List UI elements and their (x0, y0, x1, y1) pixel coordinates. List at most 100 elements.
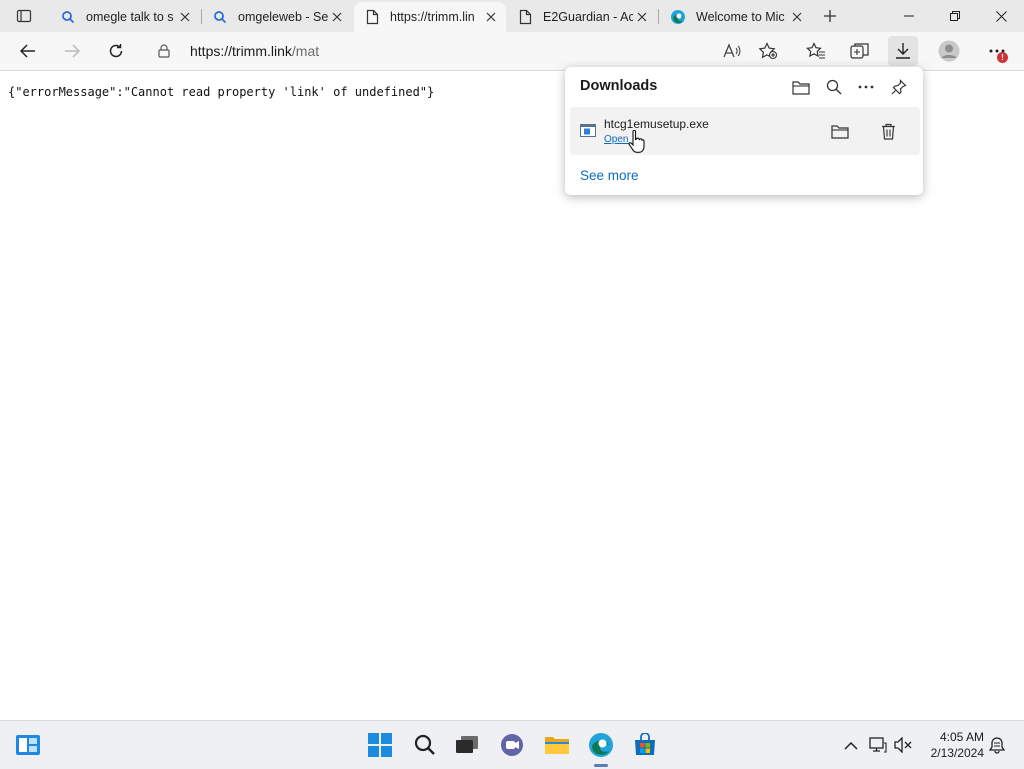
download-item[interactable]: htcg1emusetup.exe Open (570, 107, 920, 155)
clock[interactable]: 4:05 AM 2/13/2024 (922, 729, 984, 761)
navigation-bar: https://trimm.link/mat ! (0, 32, 1024, 71)
pin-downloads-button[interactable] (887, 76, 911, 98)
downloads-button[interactable] (888, 36, 918, 66)
download-filename: htcg1emusetup.exe (604, 117, 709, 131)
volume-button[interactable] (893, 735, 913, 755)
close-icon (995, 10, 1007, 22)
page-icon (517, 9, 533, 25)
back-arrow-icon (20, 44, 35, 58)
task-view-button[interactable] (451, 729, 483, 761)
favorites-button[interactable] (801, 36, 831, 66)
notification-badge: ! (997, 52, 1008, 63)
avatar-icon (938, 40, 960, 62)
widgets-button[interactable] (12, 729, 44, 761)
edge-icon (589, 733, 613, 757)
forward-arrow-icon (65, 44, 80, 58)
downloads-more-options-button[interactable] (854, 76, 878, 98)
restore-button[interactable] (932, 0, 978, 32)
collections-button[interactable] (845, 36, 875, 66)
search-icon (212, 9, 228, 25)
url-text: https://trimm.link/mat (190, 43, 319, 59)
close-icon[interactable] (788, 8, 806, 26)
tab-e2guardian[interactable]: E2Guardian - Ac (507, 2, 657, 32)
tab-title: Welcome to Mic (696, 10, 785, 24)
taskbar: 4:05 AM 2/13/2024 (0, 720, 1024, 769)
tab-title: https://trimm.lin (390, 10, 475, 24)
refresh-button[interactable] (101, 36, 131, 66)
close-window-button[interactable] (978, 0, 1024, 32)
lock-icon[interactable] (156, 43, 172, 59)
favorites-icon (806, 42, 825, 59)
settings-more-button[interactable]: ! (982, 36, 1012, 66)
search-icon (60, 9, 76, 25)
exe-file-icon (580, 124, 596, 137)
download-icon (896, 43, 910, 59)
search-icon (826, 79, 842, 95)
show-hidden-icons-button[interactable] (841, 735, 861, 755)
notifications-button[interactable] (987, 735, 1007, 755)
store-icon (635, 733, 655, 755)
widgets-icon (16, 735, 40, 755)
profile-button[interactable] (934, 36, 964, 66)
minimize-button[interactable] (886, 0, 932, 32)
edge-taskbar-button[interactable] (585, 729, 617, 761)
search-button[interactable] (409, 729, 441, 761)
close-icon[interactable] (328, 8, 346, 26)
json-response-text: {"errorMessage":"Cannot read property 'l… (8, 85, 435, 99)
restore-icon (950, 11, 960, 21)
delete-download-button[interactable] (876, 119, 900, 143)
see-more-link[interactable]: See more (580, 168, 639, 183)
collections-icon (850, 43, 869, 59)
read-aloud-icon (723, 43, 741, 58)
folder-icon (545, 737, 569, 754)
refresh-icon (109, 44, 123, 58)
window-controls (886, 0, 1024, 32)
task-view-icon (456, 736, 478, 753)
chat-icon (501, 734, 523, 756)
tab-welcome-microsoft[interactable]: Welcome to Mic (660, 2, 812, 32)
network-status-button[interactable] (868, 735, 888, 755)
edge-icon (670, 9, 686, 25)
open-downloads-folder-button[interactable] (789, 76, 813, 98)
start-button[interactable] (364, 729, 396, 761)
open-file-link[interactable]: Open (604, 134, 628, 145)
network-icon (869, 737, 887, 753)
address-bar[interactable]: https://trimm.link/mat (148, 36, 788, 66)
search-icon (414, 734, 435, 755)
new-tab-button[interactable] (818, 4, 842, 28)
close-icon[interactable] (482, 8, 500, 26)
star-add-icon (758, 42, 778, 60)
url-path: /mat (291, 43, 320, 59)
chevron-up-icon (844, 741, 858, 750)
microsoft-store-button[interactable] (629, 729, 661, 761)
teams-chat-button[interactable] (496, 729, 528, 761)
tab-trimm-link[interactable]: https://trimm.lin (354, 2, 506, 32)
forward-button[interactable] (57, 36, 87, 66)
show-in-folder-button[interactable] (828, 119, 852, 143)
clock-time: 4:05 AM (939, 730, 984, 744)
add-favorite-button[interactable] (753, 36, 783, 66)
tab-omegle-talk[interactable]: omegle talk to s (50, 2, 200, 32)
windows-logo-icon (368, 733, 392, 757)
close-icon[interactable] (633, 8, 651, 26)
speaker-muted-icon (894, 737, 912, 753)
search-downloads-button[interactable] (822, 76, 846, 98)
tab-omgeleweb[interactable]: omgeleweb - Se (202, 2, 352, 32)
tab-title: omgeleweb - Se (238, 10, 328, 24)
close-icon[interactable] (176, 8, 194, 26)
tab-actions-button[interactable] (8, 4, 40, 28)
tab-title: omegle talk to s (86, 10, 174, 24)
plus-icon (824, 10, 836, 22)
read-aloud-button[interactable] (717, 36, 747, 66)
folder-icon (792, 80, 810, 95)
file-explorer-button[interactable] (541, 729, 573, 761)
back-button[interactable] (13, 36, 43, 66)
downloads-panel: Downloads htcg1emusetup.exe Open See mor… (565, 67, 923, 195)
tab-separator (658, 9, 659, 24)
tab-title: E2Guardian - Ac (543, 10, 633, 24)
tab-actions-icon (16, 9, 32, 23)
more-icon (858, 85, 874, 89)
tab-strip: omegle talk to s omgeleweb - Se https://… (0, 0, 1024, 32)
notification-bell-icon (989, 737, 1005, 754)
hand-cursor-icon (628, 129, 646, 155)
